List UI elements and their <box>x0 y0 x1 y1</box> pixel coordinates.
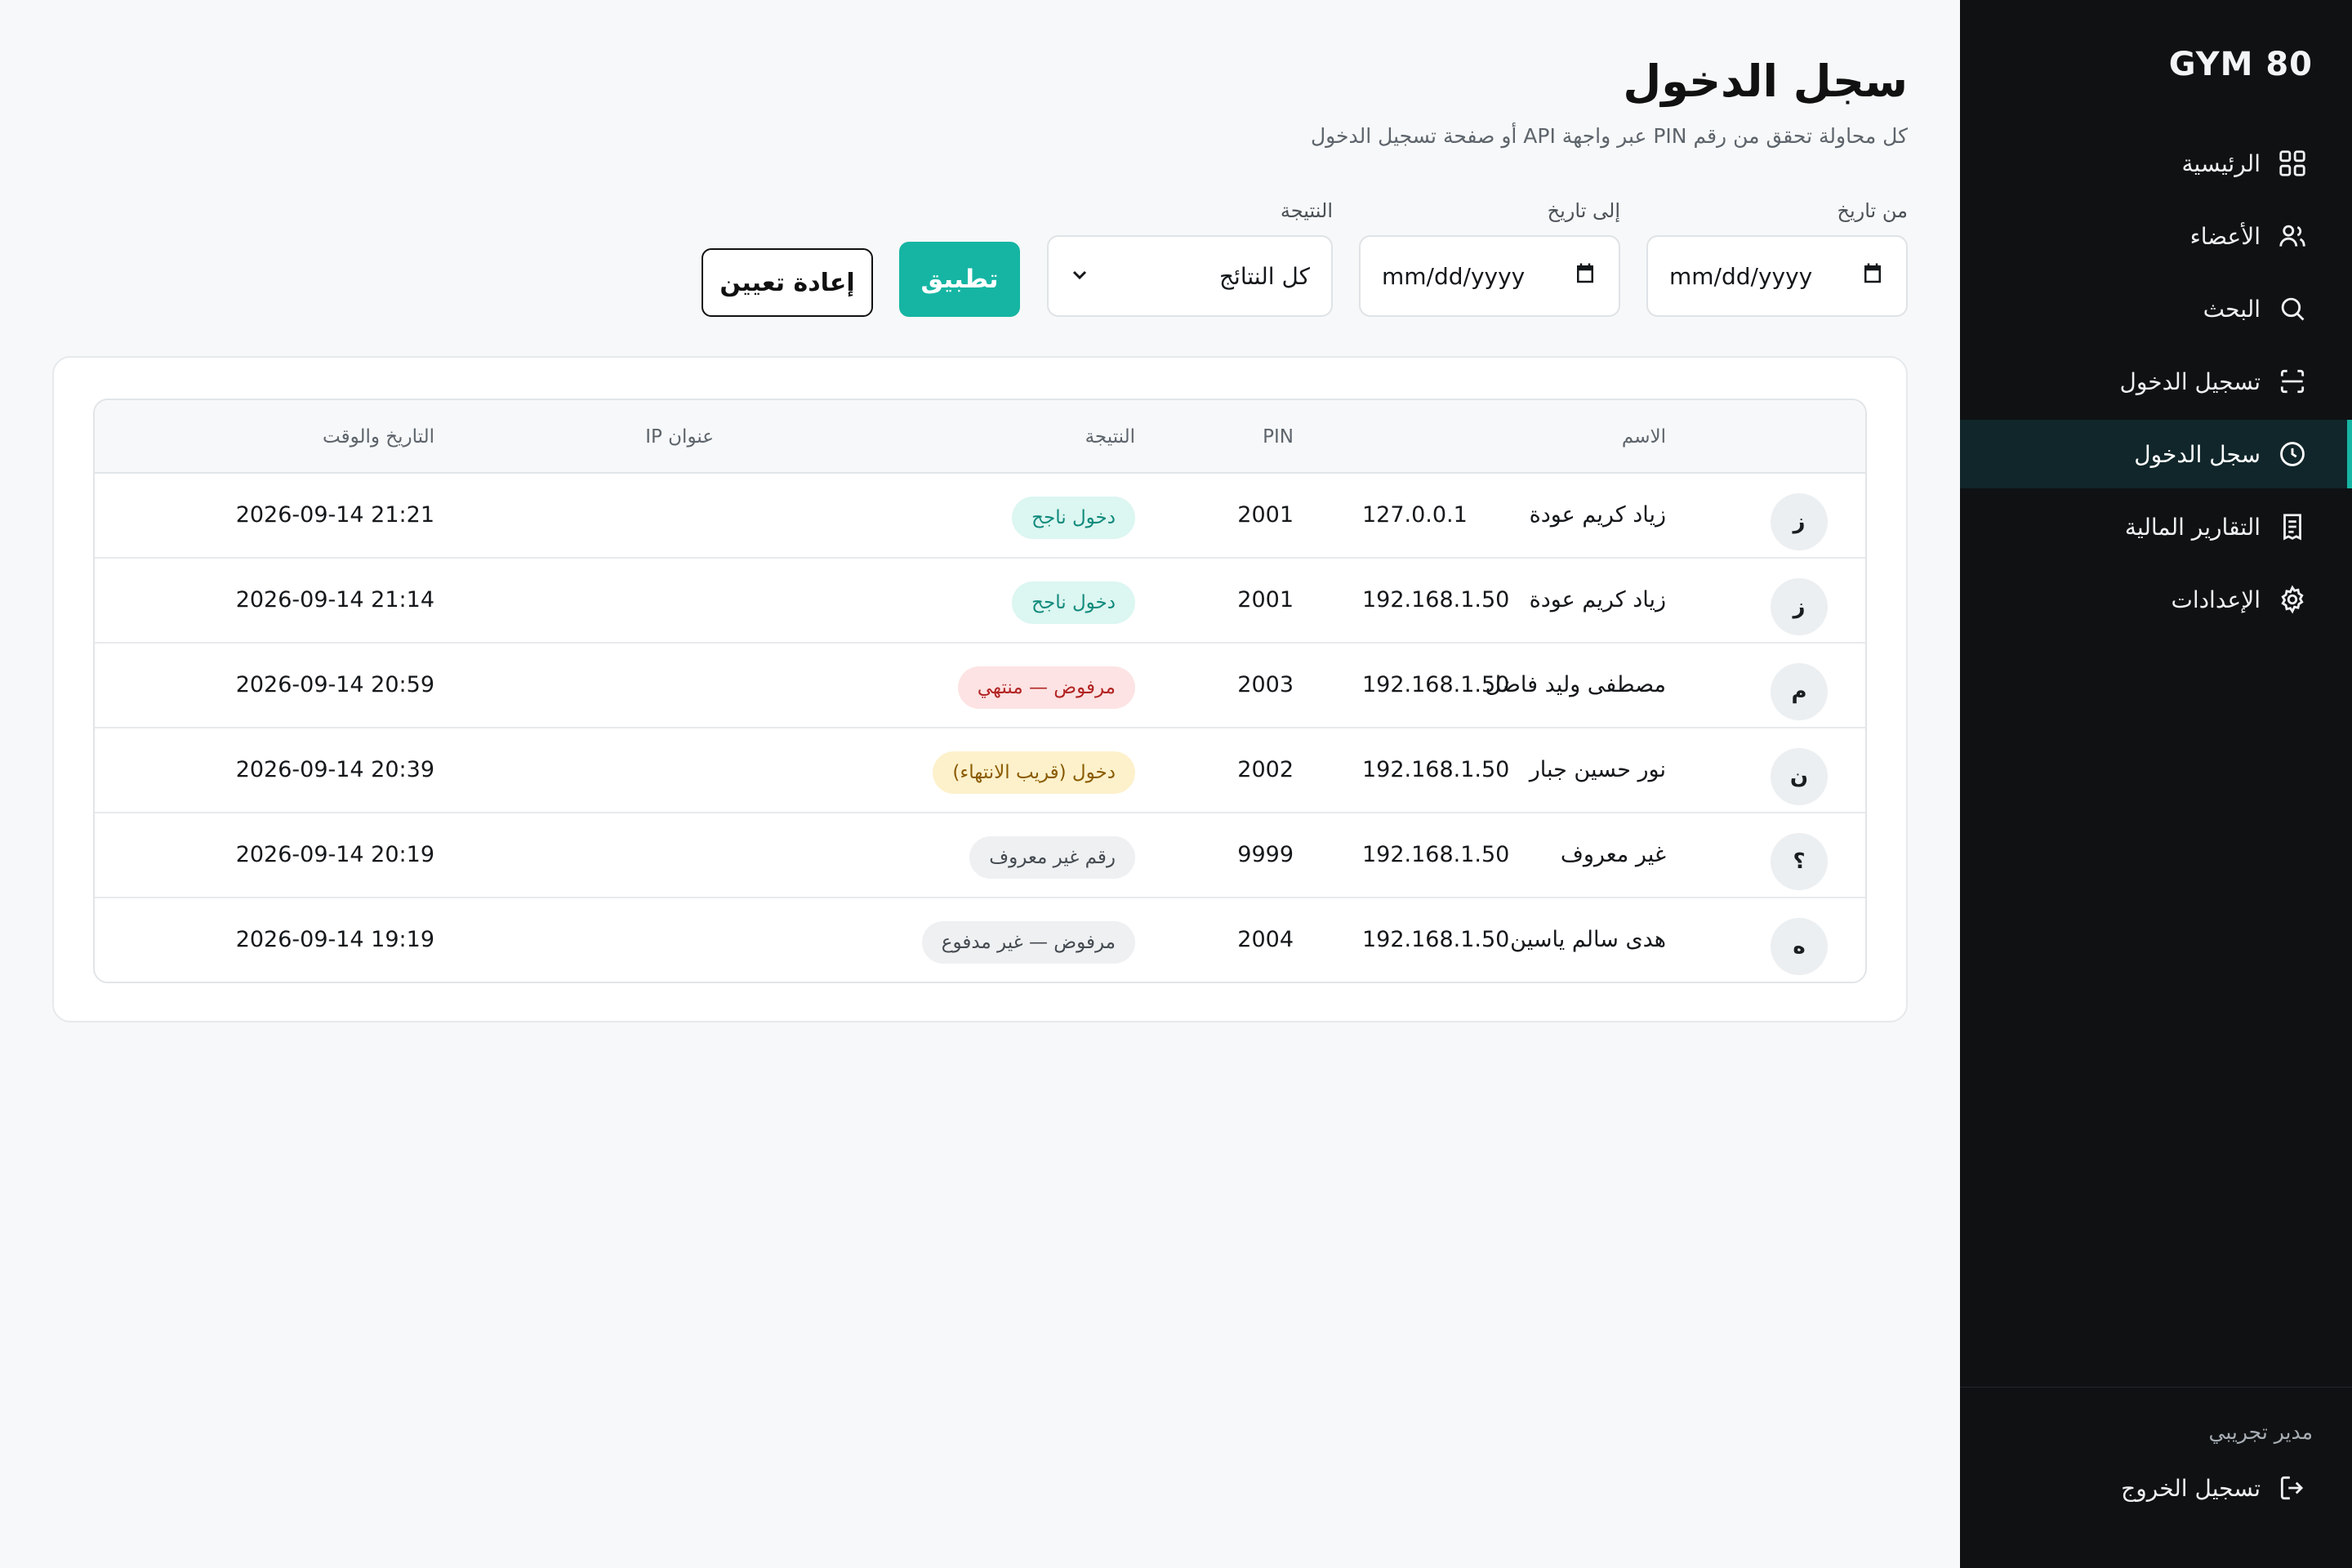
calendar-icon[interactable] <box>1860 261 1885 292</box>
datetime-cell: 2026-09-14 20:19 <box>235 842 434 867</box>
logout-label: تسجيل الخروج <box>2121 1474 2261 1502</box>
status-badge: دخول (قريب الانتهاء) <box>933 751 1135 794</box>
to-date-label: إلى تاريخ <box>1547 199 1620 222</box>
brand-logo: GYM 80 <box>2168 46 2313 83</box>
table-row: ه هدى سالم ياسين 2004 مرفوض — غير مدفوع 192.… <box>95 898 1865 982</box>
sidebar-footer: مدير تجريبي تسجيل الخروج <box>1960 1387 2352 1568</box>
datetime-cell: 2026-09-14 21:14 <box>235 587 434 612</box>
access-log-card: الاسم PIN النتيجة عنوان IP التاريخ والوق… <box>52 356 1908 1022</box>
result-filter-value: كل النتائج <box>1218 262 1310 290</box>
sidebar-item-label: سجل الدخول <box>2134 440 2261 468</box>
result-filter-label: النتيجة <box>1280 199 1333 222</box>
chevron-down-icon <box>1070 263 1089 290</box>
calendar-icon[interactable] <box>1573 261 1597 292</box>
table-body: ز زياد كريم عودة 2001 دخول ناجح 127.0.0.1 202… <box>95 474 1865 982</box>
to-date-value: mm/dd/yyyy <box>1382 262 1526 290</box>
table-row: م مصطفى وليد فاضل 2003 مرفوض — منتهي 192.168… <box>95 644 1865 728</box>
sidebar-item-label: الإعدادات <box>2171 586 2261 613</box>
page-subtitle: كل محاولة تحقق من رقم PIN عبر واجهة API … <box>1310 124 1908 148</box>
pin-cell: 2001 <box>1237 587 1294 612</box>
avatar: ن <box>1771 748 1828 805</box>
from-date-label: من تاريخ <box>1837 199 1908 222</box>
clock-icon <box>2277 439 2308 470</box>
member-name-cell: زياد كريم عودة <box>1529 502 1666 528</box>
column-header-result: النتيجة <box>1085 426 1135 448</box>
avatar: ز <box>1771 578 1828 635</box>
pin-cell: 2001 <box>1237 502 1294 528</box>
from-date-input[interactable]: mm/dd/yyyy <box>1646 235 1908 317</box>
status-badge: رقم غير معروف <box>969 836 1135 879</box>
grid-icon <box>2277 148 2308 179</box>
column-header-pin: PIN <box>1263 426 1294 448</box>
sidebar-item-home[interactable]: الرئيسية <box>1960 129 2352 198</box>
ip-cell: 127.0.0.1 <box>1362 502 1468 528</box>
page-title: سجل الدخول <box>1623 56 1908 107</box>
sidebar-item-financial-reports[interactable]: التقارير المالية <box>1960 492 2352 561</box>
logout-icon <box>2280 1476 2304 1500</box>
datetime-cell: 2026-09-14 21:21 <box>235 502 434 528</box>
sidebar-item-label: تسجيل الدخول <box>2119 368 2261 395</box>
ip-cell: 192.168.1.50 <box>1362 587 1510 612</box>
column-header-ip: عنوان IP <box>645 426 714 448</box>
member-name-cell: غير معروف <box>1560 842 1666 867</box>
sidebar-item-label: البحث <box>2203 295 2261 323</box>
avatar: م <box>1771 663 1828 720</box>
current-user-name: مدير تجريبي <box>2208 1420 2313 1444</box>
sidebar-item-access-log[interactable]: سجل الدخول <box>1960 420 2352 488</box>
reset-button[interactable]: إعادة تعيين <box>702 248 873 317</box>
gear-icon <box>2277 584 2308 615</box>
member-name-cell: زياد كريم عودة <box>1529 587 1666 612</box>
scan-icon <box>2277 366 2308 397</box>
pin-cell: 9999 <box>1237 842 1294 867</box>
ip-cell: 192.168.1.50 <box>1362 757 1510 782</box>
ip-cell: 192.168.1.50 <box>1362 672 1510 697</box>
table-row: ؟ غير معروف 9999 رقم غير معروف 192.168.1.50 2… <box>95 813 1865 898</box>
table-header: الاسم PIN النتيجة عنوان IP التاريخ والوق… <box>95 400 1865 474</box>
table-row: ز زياد كريم عودة 2001 دخول ناجح 127.0.0.1 202… <box>95 474 1865 559</box>
status-badge: مرفوض — غير مدفوع <box>921 921 1135 964</box>
member-name-cell: مصطفى وليد فاضل <box>1485 672 1666 697</box>
receipt-icon <box>2277 511 2308 542</box>
avatar: ز <box>1771 493 1828 550</box>
avatar: ؟ <box>1771 833 1828 890</box>
status-badge: مرفوض — منتهي <box>957 666 1135 709</box>
sidebar-item-checkin[interactable]: تسجيل الدخول <box>1960 347 2352 416</box>
table-row: ن نور حسين جبار 2002 دخول (قريب الانتهاء) 19… <box>95 728 1865 813</box>
sidebar-nav: الرئيسية الأعضاء البحث تسجيل الدخول سجل … <box>1960 129 2352 638</box>
logout-button[interactable]: تسجيل الخروج <box>2121 1472 2308 1503</box>
pin-cell: 2003 <box>1237 672 1294 697</box>
sidebar-item-label: الرئيسية <box>2181 149 2261 177</box>
users-icon <box>2277 220 2308 252</box>
sidebar-item-members[interactable]: الأعضاء <box>1960 202 2352 270</box>
datetime-cell: 2026-09-14 20:39 <box>235 757 434 782</box>
pin-cell: 2002 <box>1237 757 1294 782</box>
avatar: ه <box>1771 918 1828 975</box>
member-name-cell: نور حسين جبار <box>1529 757 1666 782</box>
column-header-name: الاسم <box>1621 426 1666 448</box>
from-date-value: mm/dd/yyyy <box>1669 262 1813 290</box>
sidebar-item-settings[interactable]: الإعدادات <box>1960 565 2352 634</box>
sidebar-item-label: التقارير المالية <box>2124 513 2261 541</box>
sidebar-item-search[interactable]: البحث <box>1960 274 2352 343</box>
pin-cell: 2004 <box>1237 927 1294 952</box>
table-row: ز زياد كريم عودة 2001 دخول ناجح 192.168.1.50… <box>95 559 1865 644</box>
ip-cell: 192.168.1.50 <box>1362 927 1510 952</box>
column-header-datetime: التاريخ والوقت <box>323 426 434 448</box>
result-filter-select[interactable]: كل النتائج <box>1047 235 1333 317</box>
access-log-table: الاسم PIN النتيجة عنوان IP التاريخ والوق… <box>93 399 1867 983</box>
search-icon <box>2277 293 2308 324</box>
to-date-input[interactable]: mm/dd/yyyy <box>1359 235 1620 317</box>
sidebar: GYM 80 الرئيسية الأعضاء البحث تسجيل الدخ… <box>1960 0 2352 1568</box>
sidebar-item-label: الأعضاء <box>2189 222 2261 250</box>
apply-button[interactable]: تطبيق <box>899 242 1020 317</box>
ip-cell: 192.168.1.50 <box>1362 842 1510 867</box>
status-badge: دخول ناجح <box>1012 497 1135 539</box>
member-name-cell: هدى سالم ياسين <box>1510 927 1666 952</box>
main-content: سجل الدخول كل محاولة تحقق من رقم PIN عبر… <box>0 0 1960 1568</box>
datetime-cell: 2026-09-14 19:19 <box>235 927 434 952</box>
datetime-cell: 2026-09-14 20:59 <box>235 672 434 697</box>
status-badge: دخول ناجح <box>1012 581 1135 624</box>
